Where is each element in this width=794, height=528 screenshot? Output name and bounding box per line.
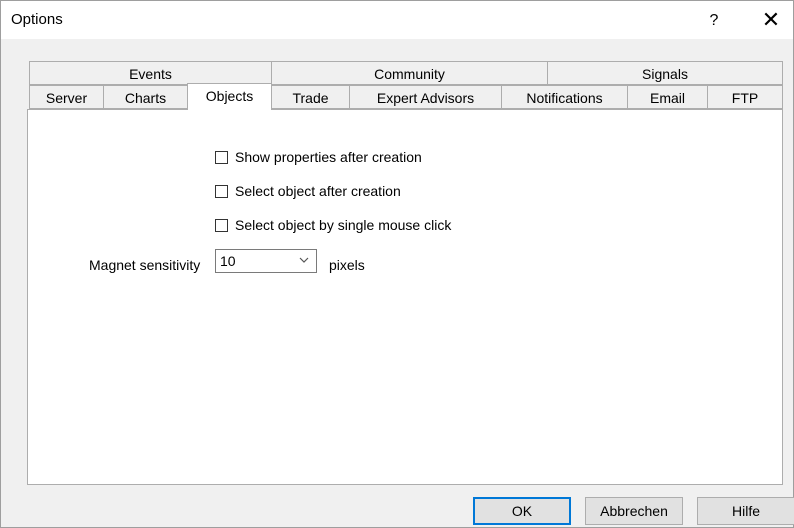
title-bar: Options ? ✕ [1,1,793,39]
tab-server[interactable]: Server [29,85,104,109]
help-question-button[interactable]: ? [699,9,729,33]
tab-expert-advisors[interactable]: Expert Advisors [349,85,502,109]
select-after-creation-option[interactable]: Select object after creation [215,181,401,201]
magnet-sensitivity-value: 10 [220,253,236,269]
single-click-select-option[interactable]: Select object by single mouse click [215,215,451,235]
ok-button[interactable]: OK [473,497,571,525]
dialog-title: Options [11,11,63,28]
tab-row-top: Events Community Signals [29,61,783,85]
select-after-creation-label: Select object after creation [235,183,401,199]
tab-row-bottom: Server Charts Objects Trade Expert Advis… [29,83,783,110]
chevron-down-icon [299,257,309,263]
options-dialog: Options ? ✕ Events Community Signals Ser… [0,0,794,528]
help-button[interactable]: Hilfe [697,497,794,525]
magnet-unit-label: pixels [329,257,365,273]
single-click-select-checkbox[interactable] [215,218,228,232]
show-properties-checkbox[interactable] [215,150,228,164]
tab-objects[interactable]: Objects [187,83,272,110]
close-button[interactable]: ✕ [753,7,789,33]
tab-signals[interactable]: Signals [547,61,783,85]
tab-notifications[interactable]: Notifications [501,85,628,109]
tab-ftp[interactable]: FTP [707,85,783,109]
cancel-button[interactable]: Abbrechen [585,497,683,525]
magnet-sensitivity-select[interactable]: 10 [215,249,317,273]
tab-charts[interactable]: Charts [103,85,188,109]
single-click-select-label: Select object by single mouse click [235,217,452,233]
tab-trade[interactable]: Trade [271,85,350,109]
tab-email[interactable]: Email [627,85,708,109]
show-properties-label: Show properties after creation [235,149,422,165]
tab-community[interactable]: Community [271,61,548,85]
tab-events[interactable]: Events [29,61,272,85]
magnet-sensitivity-label: Magnet sensitivity [89,257,201,273]
show-properties-option[interactable]: Show properties after creation [215,147,422,167]
select-after-creation-checkbox[interactable] [215,184,228,198]
